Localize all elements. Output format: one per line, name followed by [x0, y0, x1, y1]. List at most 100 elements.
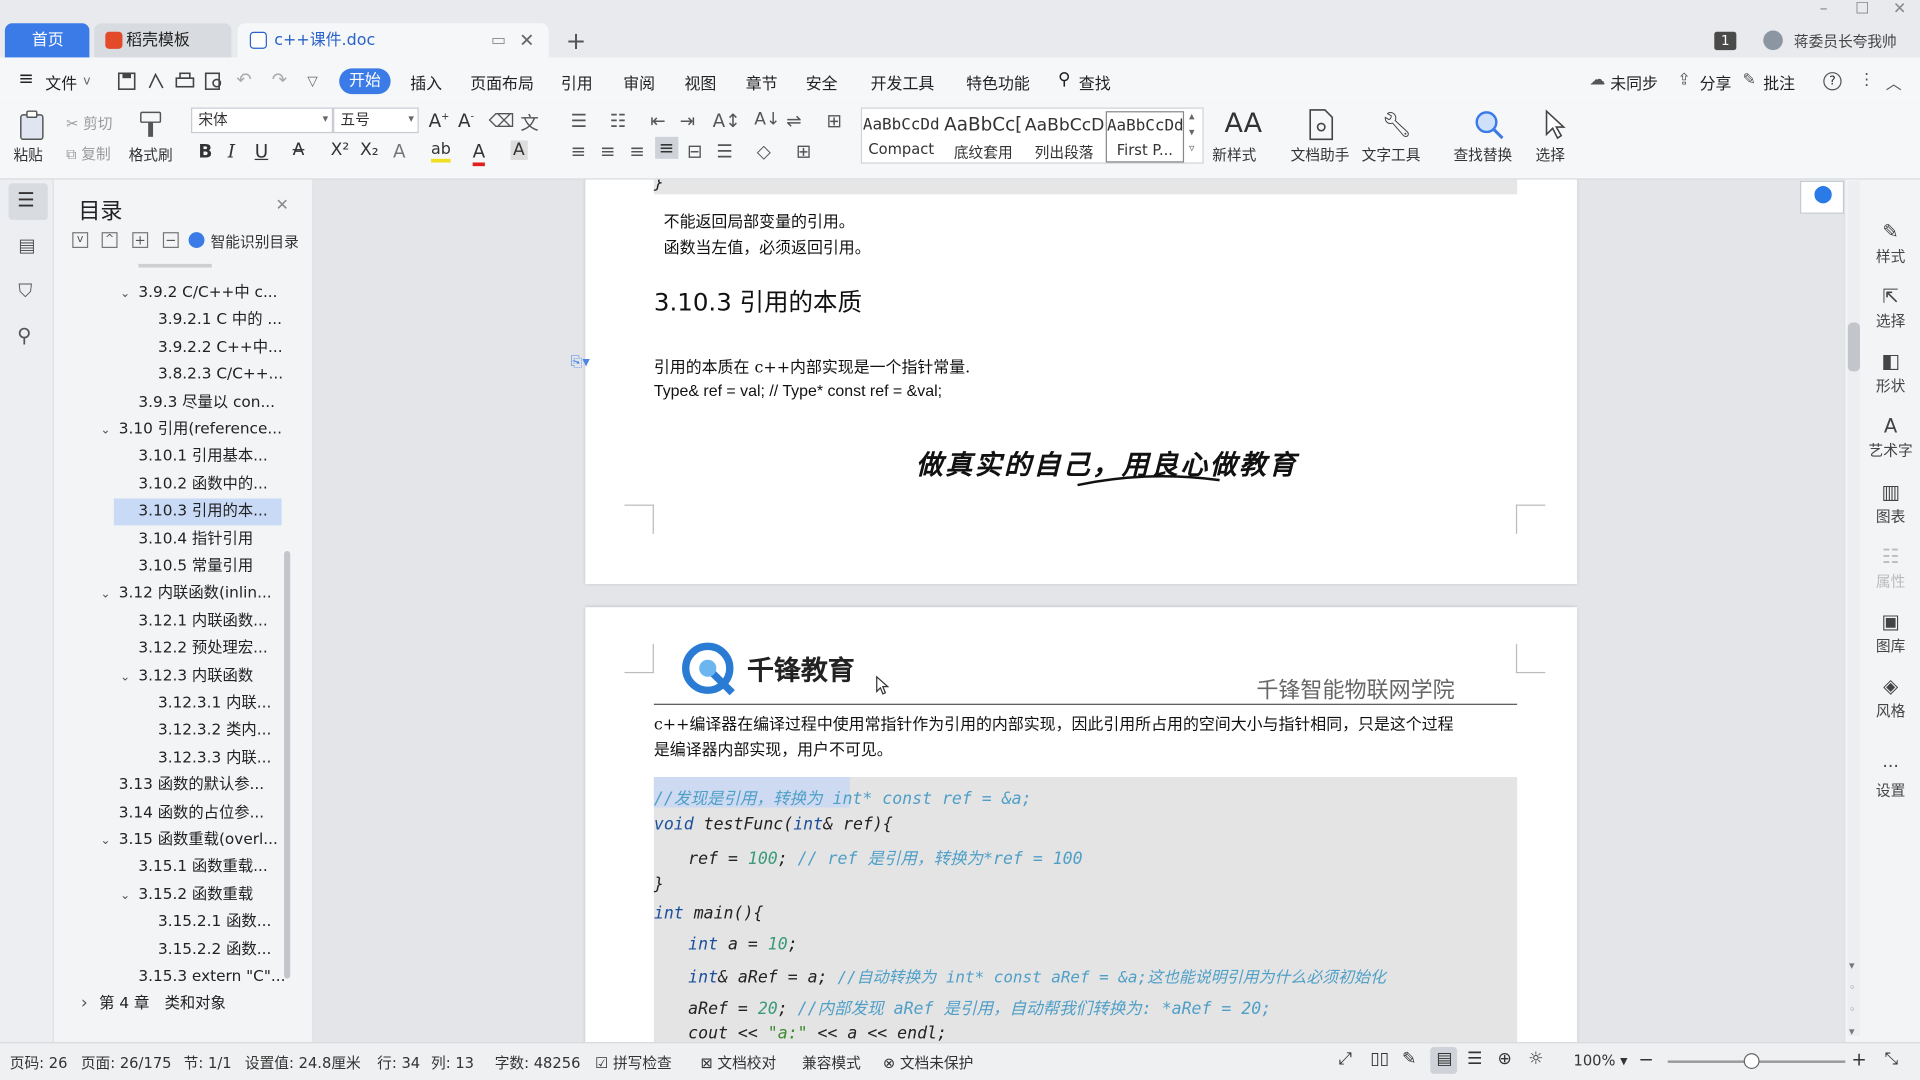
text-tools-button[interactable]: 文字工具	[1362, 144, 1421, 165]
more-options-icon[interactable]: ⋮	[1859, 71, 1875, 89]
status-pages[interactable]: 页面: 26/175	[81, 1052, 172, 1073]
style-list-paragraph[interactable]: AaBbCcD 列出段落	[1025, 111, 1104, 162]
toc-item[interactable]: 3.14 函数的占位参...	[100, 800, 264, 824]
highlight-icon[interactable]: ab	[431, 140, 451, 163]
menu-page-layout[interactable]: 页面布局	[470, 71, 534, 94]
paste-button[interactable]: 粘贴	[13, 144, 42, 165]
properties-panel-button[interactable]: ☷ 属性	[1861, 545, 1920, 591]
fullscreen-icon[interactable]: ⤢	[1338, 1049, 1352, 1069]
reading-mode-icon[interactable]: ▯▯	[1370, 1049, 1389, 1069]
minimize-icon[interactable]: –	[1820, 0, 1828, 18]
new-style-icon[interactable]: AA	[1224, 109, 1262, 140]
print-icon[interactable]	[175, 72, 195, 90]
comment-icon[interactable]: ✎	[1742, 71, 1755, 89]
font-color-icon[interactable]: A	[472, 140, 486, 167]
new-style-button[interactable]: 新样式	[1212, 144, 1256, 165]
menu-dev-tools[interactable]: 开发工具	[871, 71, 935, 94]
toc-item[interactable]: ⌄ 3.12 内联函数(inlin...	[100, 581, 271, 605]
web-view-icon[interactable]: ⊕	[1498, 1049, 1512, 1069]
help-icon[interactable]: ?	[1823, 72, 1842, 91]
menu-file[interactable]: 文件	[45, 71, 77, 94]
eye-protect-icon[interactable]: ☼	[1528, 1049, 1543, 1069]
find-icon[interactable]: ⚲	[17, 324, 31, 347]
toc-item[interactable]: 3.12.3.3 内联...	[140, 745, 271, 769]
italic-icon[interactable]: I	[228, 140, 235, 162]
chart-panel-button[interactable]: ▥ 图表	[1861, 480, 1920, 526]
line-spacing-icon[interactable]: ⇌	[786, 110, 801, 132]
toc-item[interactable]: ⌄ 3.12.3 内联函数	[120, 663, 253, 687]
toc-item[interactable]: 3.8.2.3 C/C++...	[140, 362, 283, 386]
cut-button[interactable]: ✂ 剪切	[66, 112, 112, 133]
strikethrough-icon[interactable]: A	[293, 140, 305, 160]
menu-chapter[interactable]: 章节	[746, 71, 778, 94]
wrench-icon[interactable]: 🔧︎	[1381, 110, 1412, 139]
undo-icon[interactable]: ↶	[236, 68, 251, 90]
toc-item[interactable]: 3.10.1 引用基本...	[120, 444, 267, 468]
chevron-icon[interactable]: ⌄	[120, 282, 132, 306]
save-icon[interactable]	[117, 72, 136, 90]
tab-home[interactable]: 首页	[4, 23, 90, 59]
doc-proof-button[interactable]: ⊠ 文档校对	[700, 1052, 776, 1073]
grow-font-icon[interactable]: A+	[429, 110, 450, 132]
chevron-icon[interactable]: ⌄	[100, 583, 112, 607]
toc-item[interactable]: ⌄ 3.10 引用(reference...	[100, 417, 282, 441]
chevron-icon[interactable]: ⌄	[120, 884, 132, 908]
theme-panel-button[interactable]: ◈ 风格	[1861, 674, 1920, 720]
avatar[interactable]	[1763, 30, 1783, 51]
quick-access-dropdown-icon[interactable]: ▽	[307, 73, 317, 89]
shapes-panel-button[interactable]: ◧ 形状	[1861, 349, 1920, 395]
search-icon[interactable]: ⚲	[1058, 70, 1071, 90]
text-direction-icon[interactable]: A↕	[713, 110, 741, 132]
doc-scrollbar-thumb[interactable]	[1847, 322, 1861, 372]
sync-status[interactable]: 未同步	[1610, 71, 1658, 94]
toc-item[interactable]: ⌄ 3.9.2 C/C++中 c...	[120, 280, 278, 304]
smart-toc-button[interactable]: 智能识别目录	[211, 231, 299, 252]
paragraph-spacing-icon[interactable]: ☰	[716, 140, 732, 162]
toc-collapse-all-icon[interactable]: v	[72, 232, 89, 249]
font-name-select[interactable]: 宋体 ▾	[191, 107, 334, 134]
find-replace-icon[interactable]	[1473, 109, 1505, 141]
distribute-icon[interactable]: ⊟	[687, 140, 702, 162]
pinyin-icon[interactable]: 文	[520, 110, 538, 136]
toc-item[interactable]: 3.10.5 常量引用	[120, 553, 253, 577]
chevron-down-icon[interactable]: v	[83, 75, 90, 88]
toc-item[interactable]: ⌄ 3.15.2 函数重载	[120, 882, 253, 906]
redo-icon[interactable]: ↷	[272, 68, 287, 90]
select-button[interactable]: 选择	[1536, 144, 1565, 165]
align-center-icon[interactable]: ≡	[600, 140, 615, 162]
zoom-out-icon[interactable]: −	[1638, 1048, 1653, 1070]
chevron-icon[interactable]: ›	[81, 991, 93, 1015]
chevron-icon[interactable]: ⌄	[100, 419, 112, 443]
toc-item[interactable]: 3.12.2 预处理宏...	[120, 636, 267, 660]
toc-add-icon[interactable]: +	[132, 232, 149, 249]
menu-review[interactable]: 审阅	[623, 71, 655, 94]
copy-button[interactable]: ⧉ 复制	[66, 143, 111, 164]
paragraph-handle-icon[interactable]: ⎘▾	[571, 353, 590, 371]
clear-format-icon[interactable]: ⌫	[489, 110, 515, 132]
fit-window-icon[interactable]: ⤡	[1884, 1049, 1898, 1069]
wordart-panel-button[interactable]: A 艺术字	[1861, 414, 1920, 460]
table-border-icon[interactable]: ⊞	[827, 110, 842, 132]
status-page[interactable]: 页码: 26	[10, 1052, 68, 1073]
char-shading-icon[interactable]: A	[510, 140, 528, 161]
toc-item[interactable]: 3.12.3.2 类内...	[140, 718, 271, 742]
menu-security[interactable]: 安全	[806, 71, 838, 94]
gallery-panel-button[interactable]: ▣ 图库	[1861, 610, 1920, 656]
tab-close-icon[interactable]: ✕	[519, 23, 534, 58]
justify-icon[interactable]: ≡	[655, 136, 678, 159]
chevron-icon[interactable]: ⌄	[120, 665, 132, 689]
toc-expand-all-icon[interactable]: ^	[101, 232, 118, 249]
tab-document[interactable]: c++课件.doc ▭ ✕	[237, 23, 549, 59]
menu-special-features[interactable]: 特色功能	[966, 71, 1030, 94]
format-painter-icon[interactable]	[137, 110, 164, 139]
toc-item[interactable]: 3.15.1 函数重载...	[120, 854, 267, 878]
toc-item[interactable]: 3.9.2.1 C 中的 ...	[140, 307, 282, 331]
decrease-indent-icon[interactable]: ⇤	[650, 110, 665, 132]
toc-item[interactable]: 3.9.3 尽量以 con...	[120, 389, 275, 413]
export-icon[interactable]	[147, 72, 165, 90]
doc-scrollbar-track[interactable]	[1847, 180, 1861, 1037]
select-panel-button[interactable]: ⇱ 选择	[1861, 285, 1920, 331]
new-tab-icon[interactable]: +	[566, 24, 588, 57]
notification-badge[interactable]: 1	[1714, 31, 1737, 51]
collapse-ribbon-icon[interactable]: ︿	[1886, 71, 1902, 94]
